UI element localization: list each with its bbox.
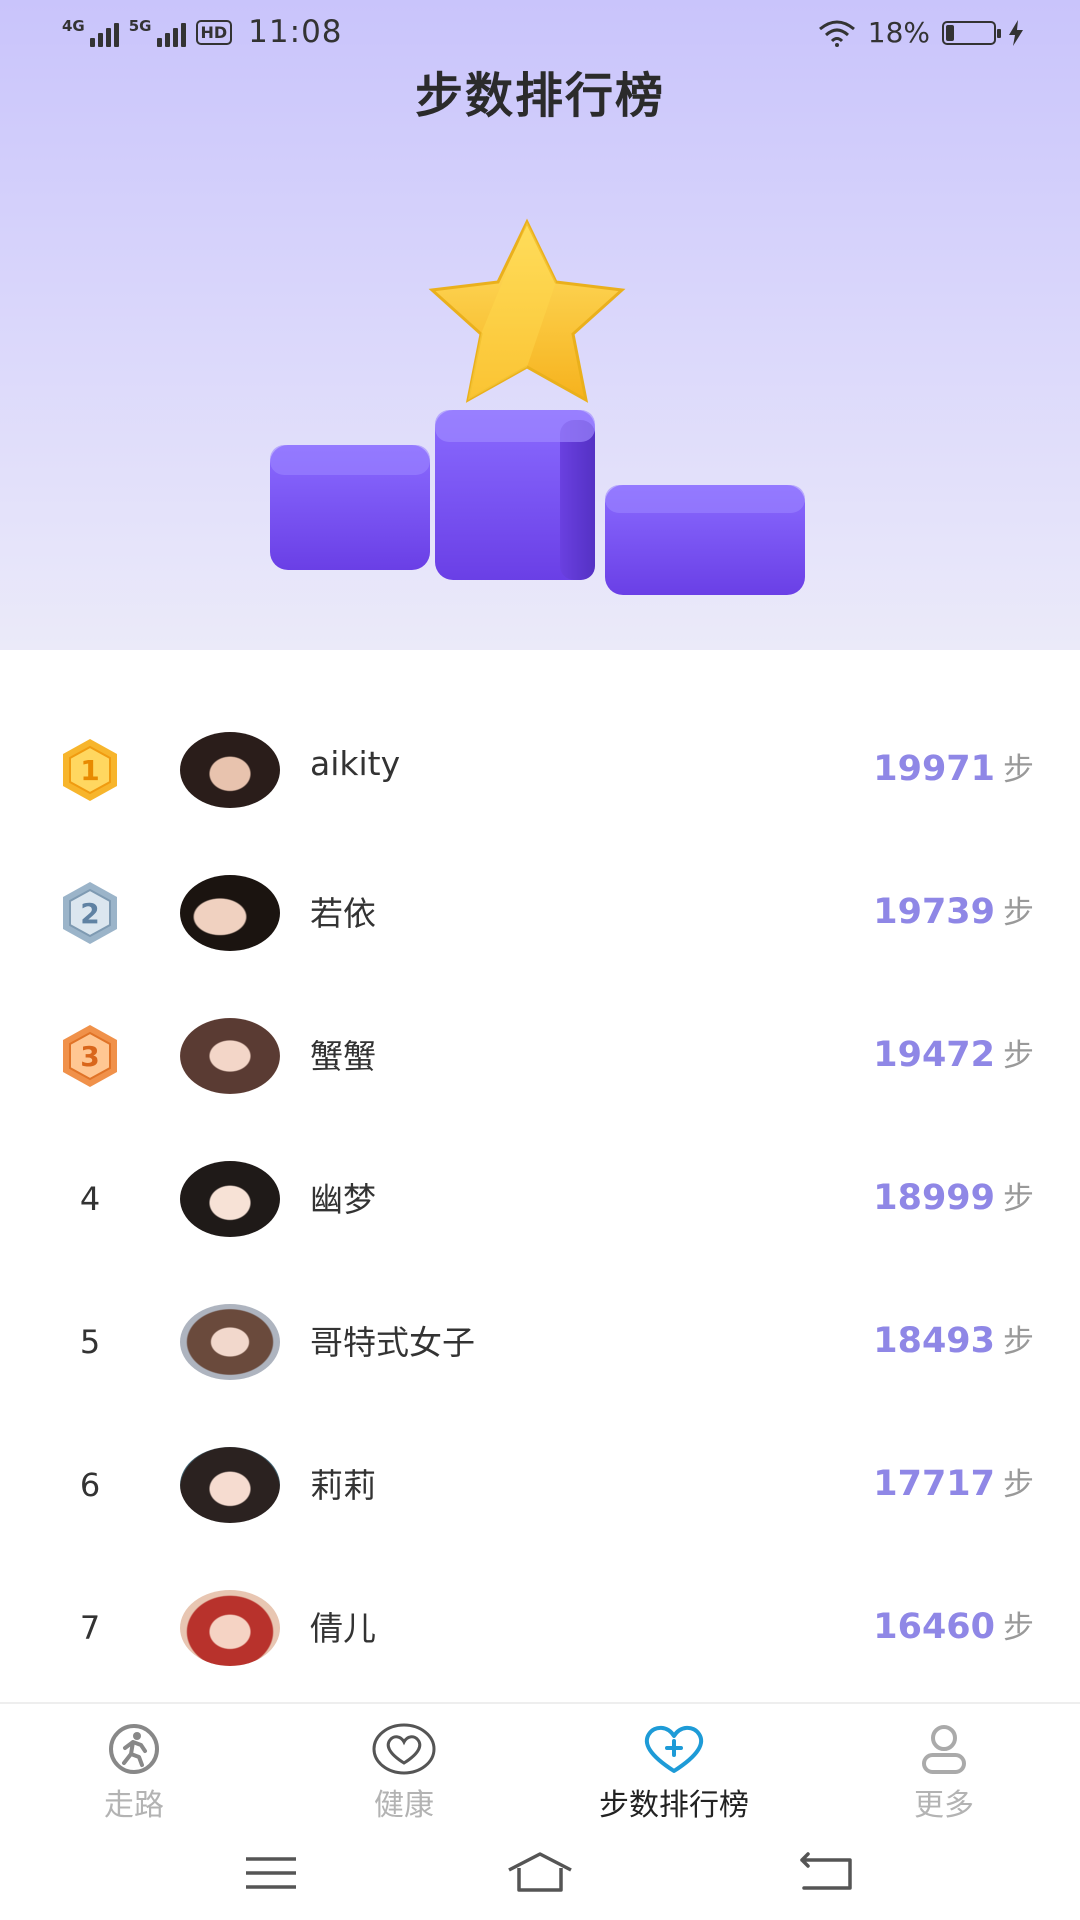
tab-label: 健康: [374, 1788, 434, 1823]
tab-label: 更多: [914, 1788, 974, 1823]
step-value: 16460: [873, 1607, 995, 1647]
avatar[interactable]: [180, 1447, 280, 1523]
system-navigation-bar: [0, 1830, 1080, 1920]
avatar[interactable]: [180, 875, 280, 951]
ranking-row[interactable]: 1 aikity 19971 步: [0, 710, 1080, 853]
ranking-row[interactable]: 6 莉莉 17717 步: [0, 1425, 1080, 1568]
step-value: 18493: [873, 1321, 995, 1361]
avatar[interactable]: [180, 1161, 280, 1237]
rank-badge: 2: [56, 879, 124, 947]
avatar[interactable]: [180, 1304, 280, 1380]
page-title: 步数排行榜: [414, 68, 665, 124]
tab-label: 步数排行榜: [599, 1788, 749, 1823]
user-name: 幽梦: [310, 1180, 376, 1219]
rank-number: 2: [80, 896, 100, 930]
user-name: aikity: [310, 744, 401, 783]
rank-number: 1: [80, 753, 100, 787]
ranking-list: 1 aikity 19971 步 2 若依 19739 步 3 蟹蟹 19472…: [0, 710, 1080, 1711]
ranking-row[interactable]: 3 蟹蟹 19472 步: [0, 996, 1080, 1139]
tab-step-ranking[interactable]: 步数排行榜: [574, 1722, 774, 1824]
tab-health[interactable]: 健康: [304, 1722, 504, 1824]
avatar[interactable]: [180, 1590, 280, 1666]
user-name: 倩儿: [310, 1609, 376, 1648]
step-value: 17717: [873, 1464, 995, 1504]
bottom-tab-bar: 走路 健康 步数排行榜 更多: [0, 1702, 1080, 1824]
step-value: 19971: [873, 749, 995, 789]
menu-nav-button[interactable]: [236, 1848, 306, 1898]
rank-number: 7: [79, 1609, 101, 1647]
heart-icon: [304, 1722, 504, 1776]
charging-icon: [1009, 19, 1023, 46]
avatar[interactable]: [180, 1018, 280, 1094]
rank-number: 4: [79, 1180, 101, 1218]
step-unit: 步: [1003, 1610, 1034, 1646]
rank-badge: 4: [56, 1165, 124, 1233]
rank-number: 3: [80, 1039, 100, 1073]
home-nav-button[interactable]: [505, 1848, 575, 1898]
rank-number: 6: [79, 1466, 101, 1504]
step-unit: 步: [1003, 1324, 1034, 1360]
step-unit: 步: [1003, 1038, 1034, 1074]
step-count: 19472 步: [873, 1030, 1034, 1075]
silver-medal-icon: 2: [56, 879, 124, 947]
user-icon: [844, 1722, 1044, 1776]
user-name: 哥特式女子: [310, 1323, 475, 1362]
step-count: 17717 步: [873, 1459, 1034, 1504]
rank-badge: 1: [56, 736, 124, 804]
menu-icon: [246, 1857, 296, 1889]
rank-badge: 5: [56, 1308, 124, 1376]
signal-4g-icon: 4G: [62, 17, 119, 47]
wifi-icon: [818, 20, 855, 47]
step-value: 19739: [873, 892, 995, 932]
step-unit: 步: [1003, 752, 1034, 788]
rank-badge: 3: [56, 1022, 124, 1090]
rank-badge: 7: [56, 1594, 124, 1662]
hd-icon: HD: [195, 19, 233, 45]
avatar[interactable]: [180, 732, 280, 808]
ranking-row[interactable]: 2 若依 19739 步: [0, 853, 1080, 996]
ranking-row[interactable]: 7 倩儿 16460 步: [0, 1568, 1080, 1711]
ranking-row[interactable]: 5 哥特式女子 18493 步: [0, 1282, 1080, 1425]
bronze-medal-icon: 3: [56, 1022, 124, 1090]
user-name: 蟹蟹: [310, 1037, 376, 1076]
battery-percent: 18%: [867, 16, 930, 49]
tab-more[interactable]: 更多: [844, 1722, 1044, 1824]
home-icon: [508, 1852, 572, 1892]
step-value: 18999: [873, 1178, 995, 1218]
step-count: 19971 步: [873, 744, 1034, 789]
clock: 11:08: [248, 14, 343, 50]
network-type-label-2: 5G: [128, 17, 152, 35]
battery-icon: [942, 20, 1001, 45]
step-unit: 步: [1003, 1467, 1034, 1503]
rank-number: 5: [79, 1323, 101, 1361]
walk-icon: [34, 1722, 234, 1776]
ranking-row[interactable]: 4 幽梦 18999 步: [0, 1139, 1080, 1282]
podium-star-illustration: [270, 218, 805, 595]
rank-badge: 6: [56, 1451, 124, 1519]
signal-5g-icon: 5G: [129, 17, 186, 47]
step-value: 19472: [873, 1035, 995, 1075]
step-count: 19739 步: [873, 887, 1034, 932]
step-unit: 步: [1003, 1181, 1034, 1217]
heart-plus-icon: [574, 1722, 774, 1776]
tab-walk[interactable]: 走路: [34, 1722, 234, 1824]
step-count: 16460 步: [873, 1602, 1034, 1647]
user-name: 若依: [310, 894, 376, 933]
step-unit: 步: [1003, 895, 1034, 931]
hero-banner: 4G 5G HD 11:08 18% 步数排行榜: [0, 0, 1080, 650]
gold-medal-icon: 1: [56, 736, 124, 804]
network-type-label: 4G: [62, 17, 85, 35]
user-name: 莉莉: [310, 1466, 376, 1505]
back-nav-button[interactable]: [792, 1848, 862, 1898]
step-count: 18999 步: [873, 1173, 1034, 1218]
tab-label: 走路: [104, 1788, 164, 1823]
back-icon: [800, 1852, 852, 1890]
step-count: 18493 步: [873, 1316, 1034, 1361]
